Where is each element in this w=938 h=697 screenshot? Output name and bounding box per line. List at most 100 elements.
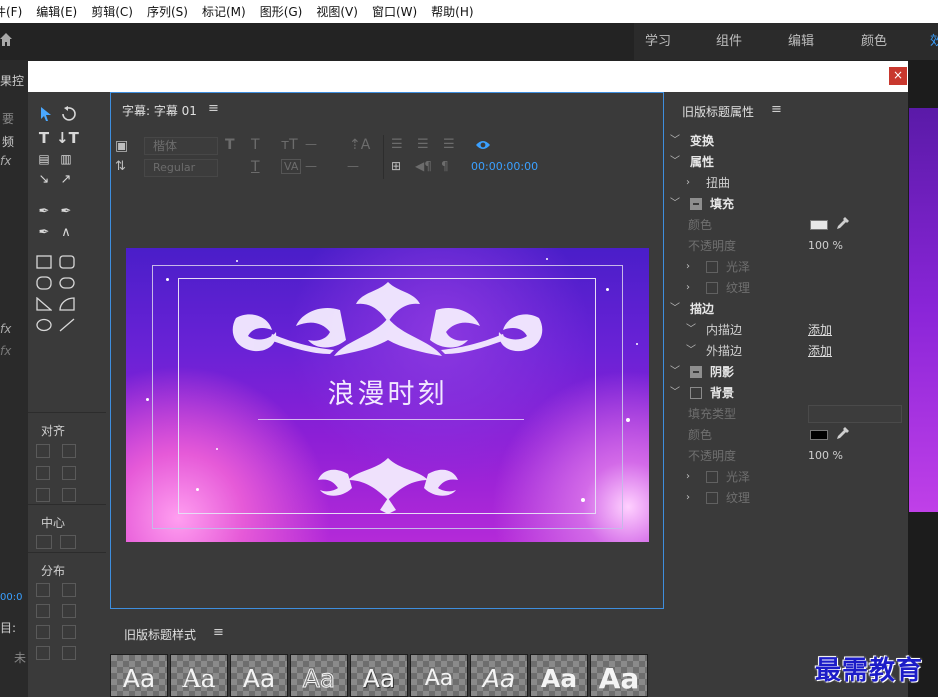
section-stroke[interactable]: ﹀ 描边: [664, 300, 908, 318]
style-swatch-2[interactable]: Aa: [170, 654, 228, 697]
wedge-tool-icon[interactable]: [34, 296, 54, 315]
bg-color-swatch[interactable]: [810, 430, 828, 440]
workspace-editing[interactable]: 编辑: [788, 23, 814, 60]
shadow-toggle-checkbox[interactable]: [690, 366, 702, 378]
title-panel-menu-icon[interactable]: ≡: [208, 101, 219, 116]
arc-tool-icon[interactable]: [57, 297, 77, 315]
align-top-icon[interactable]: [62, 444, 76, 458]
menu-sequence[interactable]: 序列(S): [140, 3, 195, 20]
font-size-value[interactable]: —: [305, 137, 317, 151]
distribute-v-space-icon[interactable]: [62, 646, 76, 660]
line-tool-icon[interactable]: [57, 318, 77, 336]
font-family-dropdown[interactable]: 楷体: [144, 137, 218, 155]
align-center-text-icon[interactable]: ☰: [417, 137, 429, 152]
align-right-icon[interactable]: [36, 488, 50, 502]
kerning-value[interactable]: —: [305, 159, 317, 173]
align-left-text-icon[interactable]: ☰: [391, 137, 403, 152]
section-transform[interactable]: ﹀ 变换: [664, 132, 908, 150]
section-shadow[interactable]: ﹀ 阴影: [664, 363, 908, 381]
convert-anchor-tool-icon[interactable]: ∧: [56, 224, 76, 242]
inner-stroke-add-link[interactable]: 添加: [808, 321, 832, 339]
section-attributes[interactable]: ﹀ 属性: [664, 153, 908, 171]
style-swatch-7[interactable]: Aa: [470, 654, 528, 697]
align-left-icon[interactable]: [36, 444, 50, 458]
style-swatch-9[interactable]: Aa: [590, 654, 648, 697]
workspace-color[interactable]: 颜色: [861, 23, 887, 60]
bg-opacity-value[interactable]: 100 %: [808, 447, 843, 465]
style-swatch-8[interactable]: Aa: [530, 654, 588, 697]
rotation-tool-icon[interactable]: [58, 106, 78, 124]
menu-view[interactable]: 视图(V): [309, 3, 365, 20]
ellipse-tool-icon[interactable]: [34, 318, 54, 336]
area-type-tool-icon[interactable]: ▤: [34, 150, 54, 168]
menu-file[interactable]: 件(F): [0, 3, 29, 20]
selection-tool-icon[interactable]: [36, 106, 56, 124]
distribute-h-space-icon[interactable]: [36, 646, 50, 660]
rounded-rect-tool-icon[interactable]: [57, 255, 77, 273]
section-background[interactable]: ﹀ 背景: [664, 384, 908, 402]
leading-icon[interactable]: ⇡A: [349, 137, 370, 153]
add-anchor-tool-icon[interactable]: ✒: [34, 224, 54, 242]
fill-opacity-value[interactable]: 100 %: [808, 237, 843, 255]
section-distort[interactable]: › 扭曲: [664, 174, 908, 192]
distribute-top-icon[interactable]: [62, 583, 76, 597]
sheen-checkbox[interactable]: [706, 261, 718, 273]
background-timecode[interactable]: 00:00:00:00: [471, 160, 538, 173]
pen-tool-icon[interactable]: ✒: [34, 203, 54, 221]
style-swatch-5[interactable]: Aa: [350, 654, 408, 697]
fill-type-dropdown[interactable]: [808, 405, 902, 423]
distribute-center-h-icon[interactable]: [36, 604, 50, 618]
align-center-v-icon[interactable]: [62, 466, 76, 480]
kerning-icon[interactable]: VA: [281, 159, 302, 174]
menu-window[interactable]: 窗口(W): [365, 3, 424, 20]
paragraph-icon[interactable]: ¶: [441, 159, 449, 173]
section-fill[interactable]: ﹀ 填充: [664, 195, 908, 213]
eyedropper-icon[interactable]: [836, 216, 850, 235]
align-right-text-icon[interactable]: ☰: [443, 137, 455, 152]
font-size-icon[interactable]: ᴛT: [281, 137, 298, 153]
style-swatch-3[interactable]: Aa: [230, 654, 288, 697]
fill-toggle-checkbox[interactable]: [690, 198, 702, 210]
leading-value[interactable]: —: [347, 159, 359, 173]
underline-icon[interactable]: T: [251, 159, 260, 175]
align-center-h-icon[interactable]: [36, 466, 50, 480]
menu-clip[interactable]: 剪辑(C): [84, 3, 140, 20]
dialog-titlebar[interactable]: ×: [28, 61, 908, 92]
section-bg-texture[interactable]: › 纹理: [664, 489, 908, 507]
styles-panel-menu-icon[interactable]: ≡: [213, 625, 224, 640]
path-type-tool-icon[interactable]: ↘: [34, 171, 54, 189]
distribute-left-icon[interactable]: [36, 583, 50, 597]
eyedropper-icon[interactable]: [836, 426, 850, 445]
center-vertical-icon[interactable]: [60, 535, 76, 549]
show-background-video-eye-icon[interactable]: [475, 138, 491, 152]
italic-icon[interactable]: T: [251, 137, 260, 153]
background-video-toggle-icon[interactable]: ▣: [115, 138, 128, 154]
home-icon[interactable]: [0, 33, 12, 47]
rounded-corner-rect-tool-icon[interactable]: [57, 276, 77, 294]
section-sheen[interactable]: › 光泽: [664, 258, 908, 276]
style-swatch-6[interactable]: Aa: [410, 654, 468, 697]
menu-edit[interactable]: 编辑(E): [29, 3, 84, 20]
roll-crawl-icon[interactable]: ◀¶: [415, 159, 432, 173]
bg-texture-checkbox[interactable]: [706, 492, 718, 504]
workspace-effects[interactable]: 效: [930, 23, 938, 60]
section-texture[interactable]: › 纹理: [664, 279, 908, 297]
tab-stops-icon[interactable]: ⇅: [115, 159, 126, 174]
clipped-corner-rect-tool-icon[interactable]: [34, 276, 54, 294]
title-headline-text[interactable]: 浪漫时刻: [126, 372, 649, 411]
background-checkbox[interactable]: [690, 387, 702, 399]
distribute-right-icon[interactable]: [36, 625, 50, 639]
bold-icon[interactable]: T: [225, 137, 235, 153]
title-canvas[interactable]: 浪漫时刻: [126, 248, 649, 542]
workspace-assembly[interactable]: 组件: [716, 23, 742, 60]
type-tool-icon[interactable]: T: [34, 129, 54, 147]
vertical-area-type-tool-icon[interactable]: ▥: [56, 150, 76, 168]
workspace-learn[interactable]: 学习: [645, 23, 671, 60]
style-swatch-1[interactable]: Aa: [110, 654, 168, 697]
vertical-path-type-tool-icon[interactable]: ↗: [56, 171, 76, 189]
style-swatch-4[interactable]: Aa: [290, 654, 348, 697]
delete-anchor-tool-icon[interactable]: ✒: [56, 203, 76, 221]
menu-graphics[interactable]: 图形(G): [253, 3, 310, 20]
fill-color-swatch[interactable]: [810, 220, 828, 230]
bg-sheen-checkbox[interactable]: [706, 471, 718, 483]
